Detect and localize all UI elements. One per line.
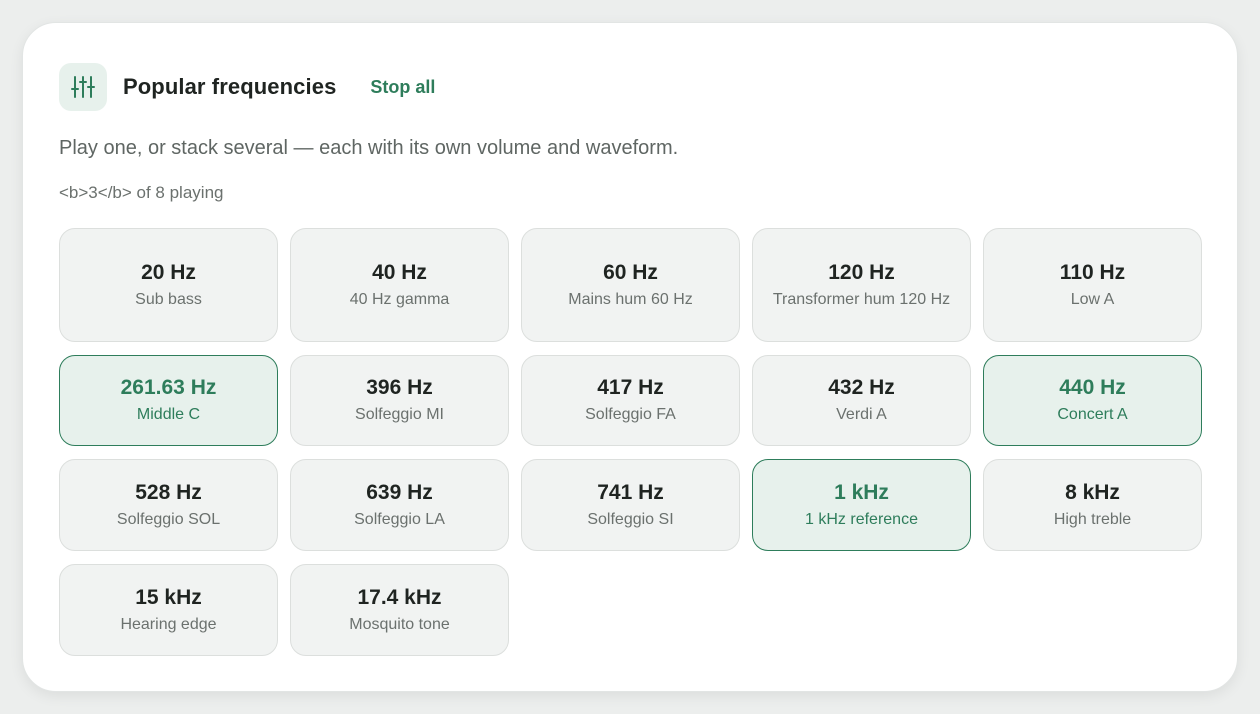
preset-tile[interactable]: 261.63 Hz Middle C	[59, 355, 278, 446]
preset-label: High treble	[1053, 510, 1132, 528]
preset-label: Solfeggio SI	[587, 510, 674, 528]
preset-frequency: 261.63 Hz	[120, 376, 217, 399]
preset-label: Mains hum 60 Hz	[568, 290, 693, 308]
preset-tile[interactable]: 40 Hz 40 Hz gamma	[290, 228, 509, 342]
preset-frequency: 528 Hz	[135, 480, 202, 504]
preset-frequency: 60 Hz	[603, 260, 658, 284]
preset-label: Mosquito tone	[349, 615, 450, 633]
preset-tile[interactable]: 432 Hz Verdi A	[752, 355, 971, 446]
preset-frequency: 396 Hz	[366, 376, 433, 399]
preset-label: Low A	[1070, 290, 1115, 308]
preset-tile[interactable]: 20 Hz Sub bass	[59, 228, 278, 342]
preset-label: Hearing edge	[120, 615, 217, 633]
preset-label: Solfeggio MI	[355, 406, 444, 423]
preset-tile[interactable]: 639 Hz Solfeggio LA	[290, 459, 509, 551]
preset-tile[interactable]: 440 Hz Concert A	[983, 355, 1202, 446]
preset-tile[interactable]: 396 Hz Solfeggio MI	[290, 355, 509, 446]
preset-tile[interactable]: 417 Hz Solfeggio FA	[521, 355, 740, 446]
preset-frequency: 20 Hz	[141, 260, 196, 284]
preset-tile[interactable]: 741 Hz Solfeggio SI	[521, 459, 740, 551]
preset-label: 1 kHz reference	[805, 510, 918, 528]
preset-frequency: 110 Hz	[1059, 260, 1126, 284]
preset-label: Solfeggio LA	[354, 510, 445, 528]
preset-label: Solfeggio FA	[585, 406, 676, 423]
preset-tile[interactable]: 15 kHz Hearing edge	[59, 564, 278, 656]
preset-tile[interactable]: 1 kHz 1 kHz reference	[752, 459, 971, 551]
preset-frequency: 120 Hz	[828, 260, 895, 284]
preset-tile[interactable]: 17.4 kHz Mosquito tone	[290, 564, 509, 656]
preset-label: Transformer hum 120 Hz	[772, 290, 951, 308]
preset-frequency: 440 Hz	[1059, 376, 1126, 399]
preset-label: Solfeggio SOL	[116, 510, 221, 528]
preset-frequency: 417 Hz	[597, 376, 664, 399]
preset-label: 40 Hz gamma	[349, 290, 450, 308]
preset-grid: 20 Hz Sub bass 40 Hz 40 Hz gamma 60 Hz Mains …	[59, 23, 1203, 693]
preset-frequency: 40 Hz	[372, 260, 427, 284]
preset-tile[interactable]: 110 Hz Low A	[983, 228, 1202, 342]
preset-frequency: 15 kHz	[135, 585, 202, 609]
preset-label: Sub bass	[135, 290, 202, 308]
preset-frequency: 432 Hz	[828, 376, 895, 399]
preset-tile[interactable]: 528 Hz Solfeggio SOL	[59, 459, 278, 551]
preset-tile[interactable]: 8 kHz High treble	[983, 459, 1202, 551]
preset-frequency: 1 kHz	[834, 480, 889, 504]
preset-frequency: 17.4 kHz	[357, 585, 442, 609]
preset-tile[interactable]: 120 Hz Transformer hum 120 Hz	[752, 228, 971, 342]
preset-label: Middle C	[136, 406, 201, 423]
preset-frequency: 639 Hz	[366, 480, 433, 504]
preset-label: Verdi A	[836, 406, 887, 423]
preset-frequency: 741 Hz	[597, 480, 664, 504]
preset-label: Concert A	[1057, 406, 1128, 423]
preset-frequency: 8 kHz	[1065, 480, 1120, 504]
preset-tile[interactable]: 60 Hz Mains hum 60 Hz	[521, 228, 740, 342]
presets-card: Popular frequencies Stop all Play one, o…	[22, 22, 1238, 692]
